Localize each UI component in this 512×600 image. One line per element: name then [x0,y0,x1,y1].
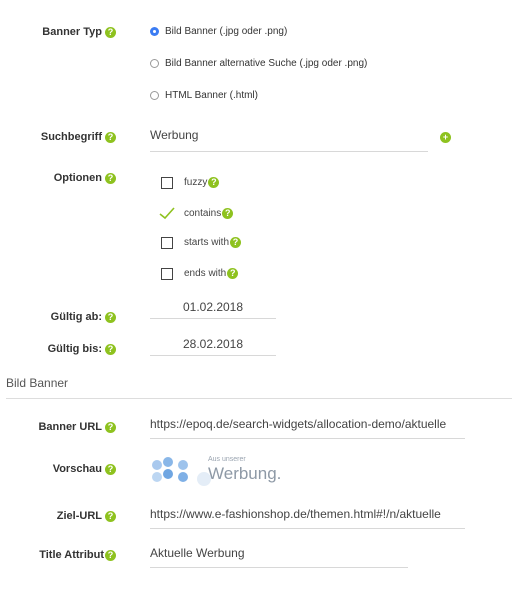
banner-url-label-text: Banner URL [38,421,102,433]
help-icon[interactable]: ? [105,26,116,38]
help-icon[interactable]: ? [208,177,220,188]
help-icon[interactable]: ? [105,172,116,184]
search-term-input[interactable]: Werbung [150,128,428,152]
option-fuzzy-label: fuzzy [184,177,208,188]
valid-to-input[interactable]: 28.02.2018 [150,337,276,356]
checkbox-ends-with[interactable] [161,268,173,280]
valid-from-label-text: Gültig ab: [50,311,102,323]
option-fuzzy: fuzzy ? [184,177,220,188]
option-contains-label: contains [184,208,222,219]
title-attribute-input[interactable]: Aktuelle Werbung [150,546,408,568]
preview-label-text: Vorschau [52,463,102,475]
radio-bild-banner-label[interactable]: Bild Banner (.jpg oder .png) [165,26,287,37]
banner-logo-icon [152,457,211,486]
banner-preview-image: Aus unserer Werbung. [150,455,300,491]
options-label: Optionen ? [54,172,116,184]
help-icon[interactable]: ? [105,510,116,522]
radio-bild-banner[interactable] [150,27,159,36]
option-contains: contains ? [184,208,234,219]
banner-url-label: Banner URL ? [38,421,116,433]
section-divider [6,398,512,399]
banner-url-input[interactable]: https://epoq.de/search-widgets/allocatio… [150,417,465,439]
help-icon[interactable]: ? [222,208,234,219]
title-attribute-label-text: Title Attribut [39,549,104,561]
valid-from-label: Gültig ab: ? [51,311,116,323]
help-icon[interactable]: ? [105,463,116,475]
search-term-label-text: Suchbegriff [40,131,102,143]
option-ends-with: ends with ? [184,268,239,279]
valid-to-label: Gültig bis: ? [48,343,116,355]
help-icon[interactable]: ? [105,549,116,561]
help-icon[interactable]: ? [105,343,116,355]
valid-to-label-text: Gültig bis: [47,343,102,355]
radio-bild-banner-alt-label[interactable]: Bild Banner alternative Suche (.jpg oder… [165,58,367,69]
options-label-text: Optionen [53,172,102,184]
option-ends-with-label: ends with [184,268,227,279]
help-icon[interactable]: ? [230,237,242,248]
section-title: Bild Banner [6,376,69,390]
help-icon[interactable]: ? [227,268,239,279]
target-url-input[interactable]: https://www.e-fashionshop.de/themen.html… [150,507,465,529]
radio-bild-banner-alt[interactable] [150,59,159,68]
banner-type-label-text: Banner Typ [42,26,102,38]
option-starts-with-label: starts with [184,237,230,248]
add-icon[interactable]: + [440,132,451,143]
preview-line1: Aus unserer [208,456,246,463]
help-icon[interactable]: ? [105,421,116,433]
checkmark-icon[interactable] [159,207,175,220]
radio-html-banner[interactable] [150,91,159,100]
search-term-label: Suchbegriff ? [41,131,116,143]
checkbox-starts-with[interactable] [161,237,173,249]
help-icon[interactable]: ? [105,131,116,143]
checkbox-fuzzy[interactable] [161,177,173,189]
banner-type-label: Banner Typ ? [42,26,116,38]
preview-label: Vorschau ? [53,463,116,475]
valid-from-input[interactable]: 01.02.2018 [150,300,276,319]
target-url-label-text: Ziel-URL [56,510,102,522]
option-starts-with: starts with ? [184,237,242,248]
help-icon[interactable]: ? [105,311,116,323]
target-url-label: Ziel-URL ? [57,510,116,522]
preview-line2: Werbung. [208,464,282,483]
title-attribute-label: Title Attribut ? [39,549,116,561]
radio-html-banner-label[interactable]: HTML Banner (.html) [165,90,258,101]
